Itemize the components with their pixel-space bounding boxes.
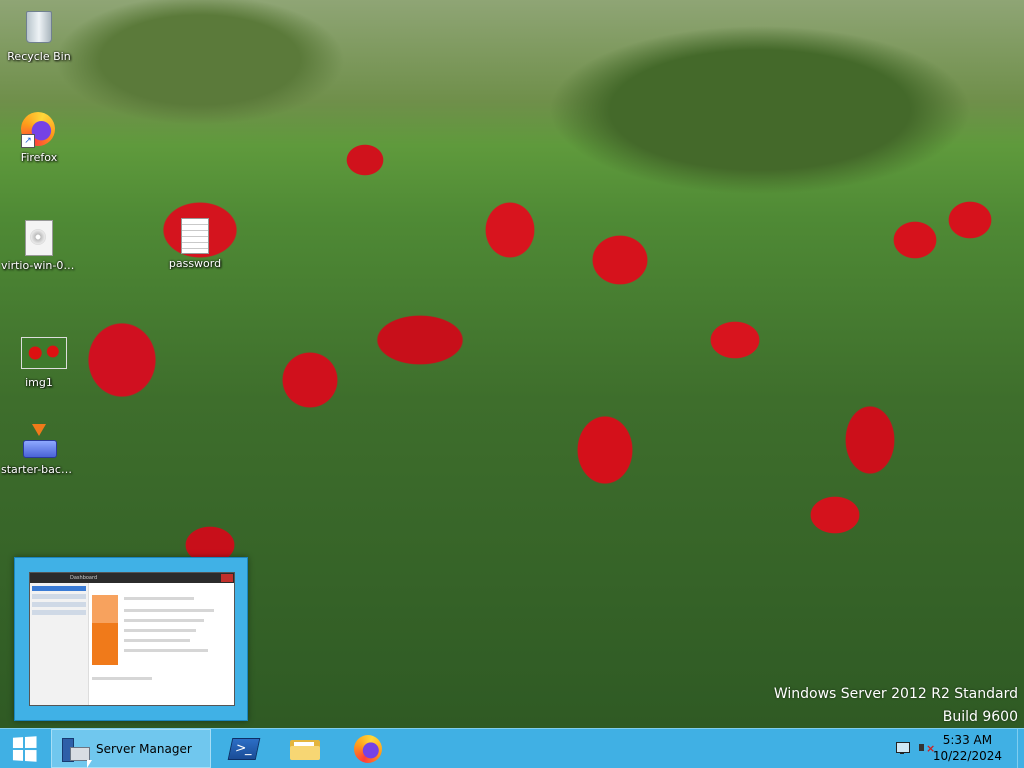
clock-date: 10/22/2024: [932, 749, 1002, 763]
taskbar-thumbnail-preview[interactable]: Dashboard: [14, 557, 248, 721]
text-file-icon: [177, 218, 213, 254]
file-explorer-icon: [290, 738, 320, 760]
taskbar-powershell-button[interactable]: >_: [222, 729, 266, 768]
windows-start-icon: [12, 735, 37, 762]
mouse-cursor-icon: [87, 760, 92, 768]
powershell-icon: >_: [227, 737, 261, 760]
start-button[interactable]: [0, 729, 48, 768]
thumbnail-title: Dashboard: [30, 573, 234, 583]
clock-time: 5:33 AM: [942, 733, 993, 747]
desktop-icon-firefox[interactable]: ↗ Firefox: [1, 112, 77, 164]
desktop-icon-label: password: [168, 257, 222, 270]
taskbar: Server Manager >_ × 5:33 AM 10/22/2024: [0, 728, 1024, 768]
taskbar-firefox-button[interactable]: [346, 729, 390, 768]
close-icon: [221, 574, 233, 582]
system-tray: × 5:33 AM 10/22/2024: [884, 729, 1024, 768]
taskbar-button-label: Server Manager: [96, 741, 192, 756]
desktop[interactable]: Recycle Bin ↗ Firefox virtio-win-0.... p…: [0, 0, 1024, 728]
image-file-icon: [21, 337, 67, 373]
server-manager-icon: [60, 735, 90, 763]
volume-muted-icon[interactable]: ×: [918, 741, 935, 755]
server-manager-thumbnail: Dashboard: [29, 572, 235, 706]
shortcut-arrow-icon: ↗: [21, 134, 35, 148]
disc-image-icon: [21, 220, 57, 256]
windows-edition-watermark: Windows Server 2012 R2 Standard: [773, 686, 1018, 702]
thumbnail-nav: [30, 583, 89, 705]
recycle-bin-icon: [21, 11, 57, 47]
desktop-icon-password[interactable]: password: [157, 218, 233, 270]
installer-icon: [21, 424, 57, 460]
windows-build-watermark: Build 9600: [942, 709, 1018, 725]
network-icon[interactable]: [894, 741, 910, 755]
firefox-icon: [354, 734, 382, 763]
desktop-icon-virtio-win[interactable]: virtio-win-0....: [1, 220, 77, 272]
desktop-icon-img1[interactable]: img1: [1, 334, 77, 389]
desktop-icon-recycle-bin[interactable]: Recycle Bin: [1, 8, 77, 63]
desktop-icon-label: Recycle Bin: [7, 50, 71, 63]
taskbar-server-manager-button[interactable]: Server Manager: [51, 729, 211, 768]
thumbnail-content: [92, 587, 230, 699]
desktop-icon-label: Firefox: [20, 151, 58, 164]
show-desktop-button[interactable]: [1017, 729, 1024, 768]
firefox-icon: ↗: [21, 112, 57, 148]
desktop-icon-label: virtio-win-0....: [1, 259, 77, 272]
desktop-icon-label: img1: [25, 376, 53, 389]
desktop-icon-label: starter-back...: [1, 463, 77, 476]
clock[interactable]: 5:33 AM 10/22/2024: [933, 732, 1002, 764]
desktop-icon-starter-back[interactable]: starter-back...: [1, 424, 77, 476]
taskbar-file-explorer-button[interactable]: [282, 729, 328, 768]
